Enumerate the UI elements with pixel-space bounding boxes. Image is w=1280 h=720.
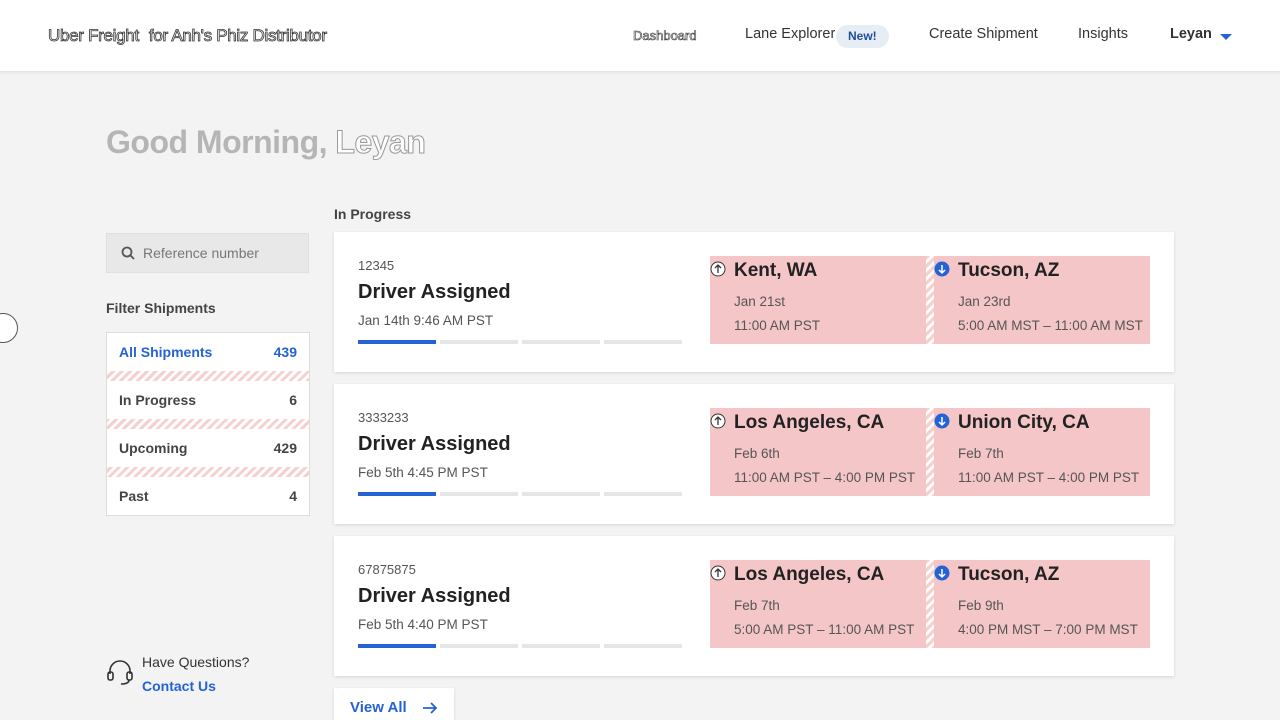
filter-label: In Progress — [119, 392, 197, 408]
progress-segment — [440, 492, 518, 496]
shipment-time: Feb 5th 4:40 PM PST — [358, 617, 488, 632]
shipment-ref: 3333233 — [358, 410, 409, 425]
pickup-window: 11:00 AM PST – 4:00 PM PST — [734, 470, 916, 485]
search-icon — [121, 246, 135, 260]
dropoff-date: Feb 7th — [958, 446, 1004, 461]
filter-label: All Shipments — [119, 344, 213, 360]
progress-segment — [440, 644, 518, 648]
filter-count: 4 — [289, 488, 297, 504]
dropoff-stop: Tucson, AZ Feb 9th 4:00 PM MST – 7:00 PM… — [934, 560, 1150, 648]
filter-count: 439 — [273, 344, 297, 360]
greeting-prefix: Good Morning, — [106, 124, 328, 160]
nav-lane-explorer[interactable]: Lane Explorer — [745, 26, 835, 42]
dropoff-arrow-down-icon — [934, 565, 950, 581]
nav-insights[interactable]: Insights — [1078, 26, 1128, 42]
progress-segment — [358, 644, 436, 648]
dropoff-stop: Union City, CA Feb 7th 11:00 AM PST – 4:… — [934, 408, 1150, 496]
filter-title: Filter Shipments — [106, 300, 216, 316]
shipment-status: Driver Assigned — [358, 585, 511, 607]
dropoff-city: Tucson, AZ — [958, 564, 1060, 585]
pickup-date: Jan 21st — [734, 294, 786, 309]
greeting-name: Leyan — [335, 124, 426, 161]
contact-us-link[interactable]: Contact Us — [142, 678, 216, 694]
pickup-arrow-up-icon — [710, 413, 726, 429]
shipment-time: Feb 5th 4:45 PM PST — [358, 465, 488, 480]
shipment-ref: 12345 — [358, 258, 395, 273]
stop-divider — [926, 256, 934, 344]
shipment-card[interactable]: 67875875 Driver Assigned Feb 5th 4:40 PM… — [334, 536, 1174, 676]
filter-count: 6 — [289, 392, 297, 408]
pickup-date: Feb 6th — [734, 446, 780, 461]
shipment-status: Driver Assigned — [358, 281, 511, 303]
pickup-date: Feb 7th — [734, 598, 780, 613]
filter-list: All Shipments 439 In Progress 6 Upcoming… — [106, 332, 310, 516]
page-title: Good Morning, Leyan — [106, 124, 426, 161]
progress-segment — [440, 340, 518, 344]
filter-in-progress[interactable]: In Progress 6 — [107, 381, 309, 419]
pickup-stop: Kent, WA Jan 21st 11:00 AM PST — [710, 256, 926, 344]
shipment-status: Driver Assigned — [358, 433, 511, 455]
progress-segment — [358, 340, 436, 344]
progress-segment — [604, 340, 682, 344]
dropoff-window: 5:00 AM MST – 11:00 AM MST — [958, 318, 1143, 333]
dropoff-arrow-down-icon — [934, 413, 950, 429]
pickup-city: Los Angeles, CA — [734, 412, 885, 433]
pickup-stop: Los Angeles, CA Feb 6th 11:00 AM PST – 4… — [710, 408, 926, 496]
headset-icon — [107, 660, 133, 685]
section-title: In Progress — [334, 206, 412, 222]
stop-divider — [926, 408, 934, 496]
progress-segment — [522, 340, 600, 344]
brand-logo[interactable]: Uber Freight for Anh's Phiz Distributor — [48, 26, 328, 46]
brand-subtitle: for Anh's Phiz Distributor — [148, 26, 327, 46]
dropoff-city: Tucson, AZ — [958, 260, 1060, 281]
dropoff-stop: Tucson, AZ Jan 23rd 5:00 AM MST – 11:00 … — [934, 256, 1150, 344]
view-all-label: View All — [350, 699, 407, 716]
filter-past[interactable]: Past 4 — [107, 477, 309, 515]
stop-divider — [926, 560, 934, 648]
dropoff-arrow-down-icon — [934, 261, 950, 277]
arrow-right-icon — [423, 702, 438, 714]
nav-create-shipment[interactable]: Create Shipment — [929, 26, 1038, 42]
brand-name: Uber Freight — [48, 26, 140, 46]
filter-all-shipments[interactable]: All Shipments 439 — [107, 333, 309, 371]
progress-segment — [604, 644, 682, 648]
reference-search-input[interactable] — [143, 242, 303, 264]
dropoff-window: 4:00 PM MST – 7:00 PM MST — [958, 622, 1138, 637]
side-handle-icon[interactable] — [0, 313, 18, 343]
chevron-down-icon[interactable] — [1220, 34, 1232, 40]
shipment-ref: 67875875 — [358, 562, 416, 577]
pickup-city: Los Angeles, CA — [734, 564, 885, 585]
pickup-window: 11:00 AM PST — [734, 318, 821, 333]
help-question: Have Questions? — [142, 654, 250, 670]
new-badge: New! — [836, 25, 889, 48]
user-menu[interactable]: Leyan — [1170, 26, 1212, 42]
progress-segment — [604, 492, 682, 496]
progress-segment — [358, 492, 436, 496]
filter-count: 429 — [273, 440, 297, 456]
filter-label: Past — [119, 488, 149, 504]
progress-segment — [522, 492, 600, 496]
shipment-card[interactable]: 12345 Driver Assigned Jan 14th 9:46 AM P… — [334, 232, 1174, 372]
dropoff-date: Feb 9th — [958, 598, 1004, 613]
filter-upcoming[interactable]: Upcoming 429 — [107, 429, 309, 467]
nav-dashboard[interactable]: Dashboard — [633, 28, 697, 44]
shipment-card[interactable]: 3333233 Driver Assigned Feb 5th 4:45 PM … — [334, 384, 1174, 524]
shipment-time: Jan 14th 9:46 AM PST — [358, 313, 494, 328]
dropoff-window: 11:00 AM PST – 4:00 PM PST — [958, 470, 1140, 485]
dropoff-city: Union City, CA — [958, 412, 1090, 433]
pickup-stop: Los Angeles, CA Feb 7th 5:00 AM PST – 11… — [710, 560, 926, 648]
pickup-arrow-up-icon — [710, 565, 726, 581]
pickup-city: Kent, WA — [734, 260, 818, 281]
progress-segment — [522, 644, 600, 648]
dropoff-date: Jan 23rd — [958, 294, 1011, 309]
search-box[interactable] — [106, 233, 309, 273]
top-nav-bar: Uber Freight for Anh's Phiz Distributor D… — [0, 0, 1280, 72]
pickup-arrow-up-icon — [710, 261, 726, 277]
filter-label: Upcoming — [119, 440, 188, 456]
pickup-window: 5:00 AM PST – 11:00 AM PST — [734, 622, 915, 637]
view-all-button[interactable]: View All — [334, 688, 454, 720]
